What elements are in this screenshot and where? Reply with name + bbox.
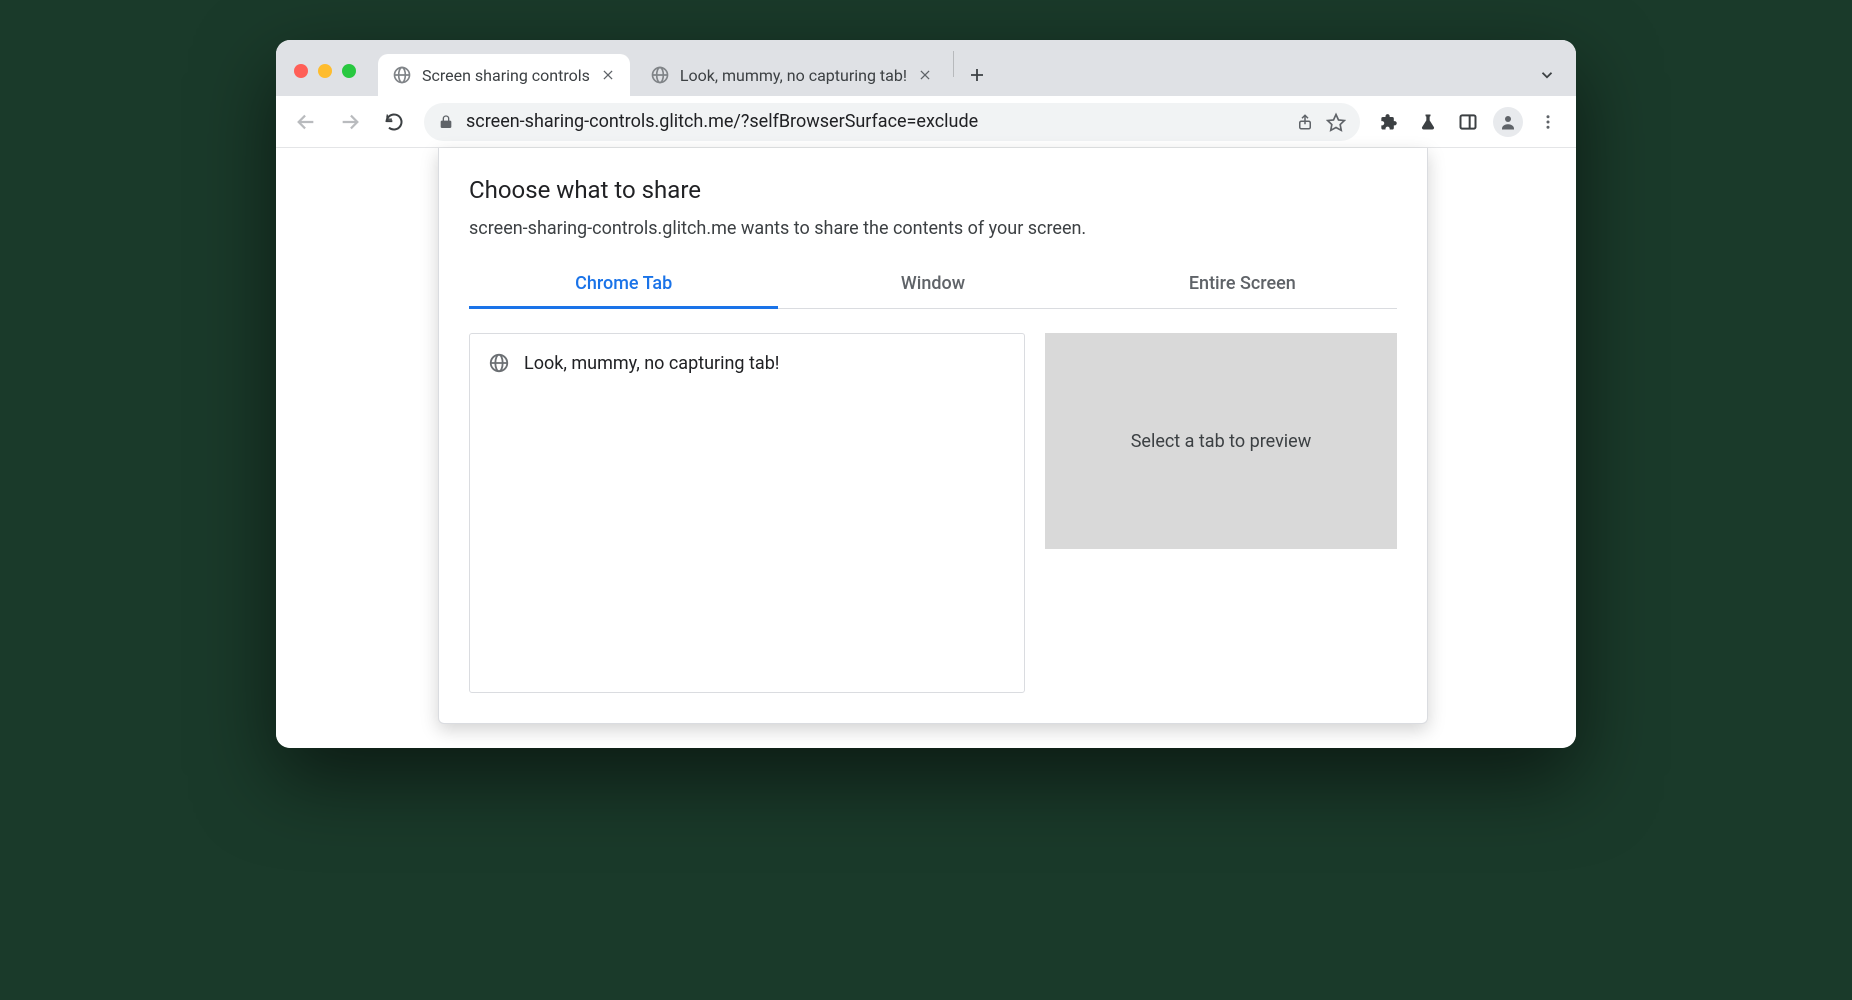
minimize-window-button[interactable] [318, 64, 332, 78]
tab-title: Look, mummy, no capturing tab! [680, 66, 907, 85]
dialog-title: Choose what to share [469, 176, 1397, 204]
side-panel-icon[interactable] [1450, 104, 1486, 140]
dialog-tab-chrome-tab[interactable]: Chrome Tab [469, 263, 778, 308]
tab-list-item-title: Look, mummy, no capturing tab! [524, 353, 779, 374]
back-button[interactable] [286, 102, 326, 142]
dialog-tab-entire-screen[interactable]: Entire Screen [1088, 263, 1397, 308]
lock-icon [438, 114, 454, 130]
window-controls [294, 64, 372, 96]
tab-list-panel: Look, mummy, no capturing tab! [469, 333, 1025, 693]
preview-placeholder: Select a tab to preview [1045, 333, 1397, 549]
forward-button[interactable] [330, 102, 370, 142]
profile-avatar[interactable] [1490, 104, 1526, 140]
dialog-tab-bar: Chrome Tab Window Entire Screen [469, 263, 1397, 309]
dialog-tab-window[interactable]: Window [778, 263, 1087, 308]
kebab-menu-icon[interactable] [1530, 104, 1566, 140]
tab-list-item[interactable]: Look, mummy, no capturing tab! [488, 348, 1006, 378]
close-window-button[interactable] [294, 64, 308, 78]
screen-share-dialog: Choose what to share screen-sharing-cont… [438, 148, 1428, 724]
globe-icon [650, 65, 670, 85]
reload-button[interactable] [374, 102, 414, 142]
browser-tab-active[interactable]: Screen sharing controls [378, 54, 630, 96]
bookmark-star-icon[interactable] [1326, 112, 1346, 132]
maximize-window-button[interactable] [342, 64, 356, 78]
browser-window: Screen sharing controls Look, mummy, no … [276, 40, 1576, 748]
globe-icon [392, 65, 412, 85]
new-tab-button[interactable] [960, 58, 994, 92]
share-icon[interactable] [1296, 113, 1314, 131]
close-tab-icon[interactable] [600, 67, 616, 83]
preview-placeholder-text: Select a tab to preview [1131, 431, 1312, 452]
close-tab-icon[interactable] [917, 67, 933, 83]
address-bar[interactable]: screen-sharing-controls.glitch.me/?selfB… [424, 103, 1360, 141]
preview-pane: Select a tab to preview [1045, 333, 1397, 693]
extensions-puzzle-icon[interactable] [1370, 104, 1406, 140]
tab-search-chevron-icon[interactable] [1532, 60, 1562, 90]
tab-divider [953, 51, 954, 77]
page-content: Choose what to share screen-sharing-cont… [276, 148, 1576, 748]
globe-icon [488, 352, 510, 374]
dialog-subtitle: screen-sharing-controls.glitch.me wants … [469, 218, 1397, 239]
labs-flask-icon[interactable] [1410, 104, 1446, 140]
tab-strip: Screen sharing controls Look, mummy, no … [276, 40, 1576, 96]
browser-tab-inactive[interactable]: Look, mummy, no capturing tab! [636, 54, 947, 96]
url-text: screen-sharing-controls.glitch.me/?selfB… [466, 111, 1284, 132]
tab-title: Screen sharing controls [422, 66, 590, 85]
toolbar: screen-sharing-controls.glitch.me/?selfB… [276, 96, 1576, 148]
